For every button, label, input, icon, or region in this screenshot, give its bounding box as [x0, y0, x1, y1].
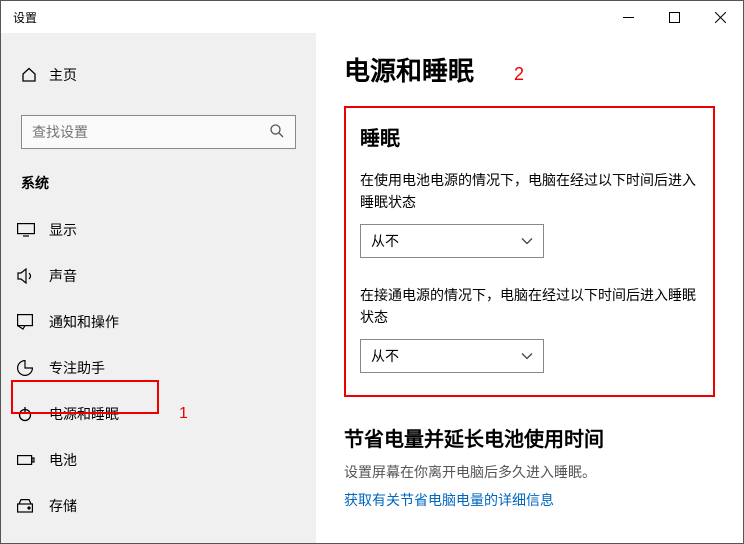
chevron-down-icon	[521, 348, 533, 363]
titlebar: 设置	[1, 1, 743, 33]
notifications-icon	[17, 314, 49, 330]
sidebar-item-label: 声音	[49, 266, 77, 286]
sidebar-item-focus[interactable]: 专注助手	[17, 345, 296, 391]
sidebar-item-display[interactable]: 显示	[17, 207, 296, 253]
search-input[interactable]	[32, 124, 269, 140]
battery-icon	[17, 454, 49, 466]
home-icon	[21, 67, 49, 83]
tips-link[interactable]: 获取有关节省电脑电量的详细信息	[344, 492, 554, 508]
sound-icon	[17, 268, 49, 284]
display-icon	[17, 223, 49, 237]
maximize-button[interactable]	[651, 1, 697, 33]
sidebar-item-label: 电池	[49, 450, 77, 470]
sidebar-item-label: 通知和操作	[49, 312, 119, 332]
sleep-heading: 睡眠	[360, 122, 699, 151]
tips-text: 设置屏幕在你离开电脑后多久进入睡眠。	[344, 462, 715, 482]
sidebar-item-notifications[interactable]: 通知和操作	[17, 299, 296, 345]
plugged-sleep-label: 在接通电源的情况下，电脑在经过以下时间后进入睡眠状态	[360, 284, 699, 329]
window-controls	[605, 1, 743, 33]
battery-sleep-value: 从不	[371, 231, 399, 251]
sidebar: 主页 系统 显示 声音 通知和操作	[1, 33, 316, 543]
annotation-2: 2	[514, 64, 524, 85]
battery-sleep-dropdown[interactable]: 从不	[360, 224, 544, 258]
related-heading: 相关设置	[344, 540, 715, 543]
plugged-sleep-value: 从不	[371, 346, 399, 366]
storage-icon	[17, 499, 49, 513]
annotation-1: 1	[179, 405, 188, 423]
sidebar-item-label: 存储	[49, 496, 77, 516]
page-title: 电源和睡眠	[344, 51, 474, 88]
power-icon	[17, 406, 49, 422]
sidebar-home[interactable]: 主页	[21, 53, 296, 97]
sidebar-item-battery[interactable]: 电池	[17, 437, 296, 483]
close-button[interactable]	[697, 1, 743, 33]
minimize-button[interactable]	[605, 1, 651, 33]
sidebar-item-label: 显示	[49, 220, 77, 240]
search-box[interactable]	[21, 115, 296, 149]
plugged-sleep-dropdown[interactable]: 从不	[360, 339, 544, 373]
window-title: 设置	[13, 9, 37, 26]
sleep-section: 睡眠 在使用电池电源的情况下，电脑在经过以下时间后进入睡眠状态 从不 在接通电源…	[344, 106, 715, 397]
sidebar-item-storage[interactable]: 存储	[17, 483, 296, 529]
chevron-down-icon	[521, 233, 533, 248]
main-content: 电源和睡眠 2 睡眠 在使用电池电源的情况下，电脑在经过以下时间后进入睡眠状态 …	[316, 33, 743, 543]
sidebar-home-label: 主页	[49, 65, 77, 85]
content-area: 主页 系统 显示 声音 通知和操作	[1, 33, 743, 543]
tips-heading: 节省电量并延长电池使用时间	[344, 423, 715, 452]
sidebar-item-sound[interactable]: 声音	[17, 253, 296, 299]
sidebar-item-label: 专注助手	[49, 358, 105, 378]
sidebar-nav: 显示 声音 通知和操作 专注助手 电源和睡眠 1 电池	[21, 207, 296, 529]
battery-sleep-label: 在使用电池电源的情况下，电脑在经过以下时间后进入睡眠状态	[360, 169, 699, 214]
search-icon	[269, 123, 285, 142]
sidebar-item-label: 电源和睡眠	[49, 404, 119, 424]
focus-icon	[17, 360, 49, 376]
sidebar-category: 系统	[21, 173, 296, 193]
sidebar-item-power[interactable]: 电源和睡眠 1	[17, 391, 296, 437]
